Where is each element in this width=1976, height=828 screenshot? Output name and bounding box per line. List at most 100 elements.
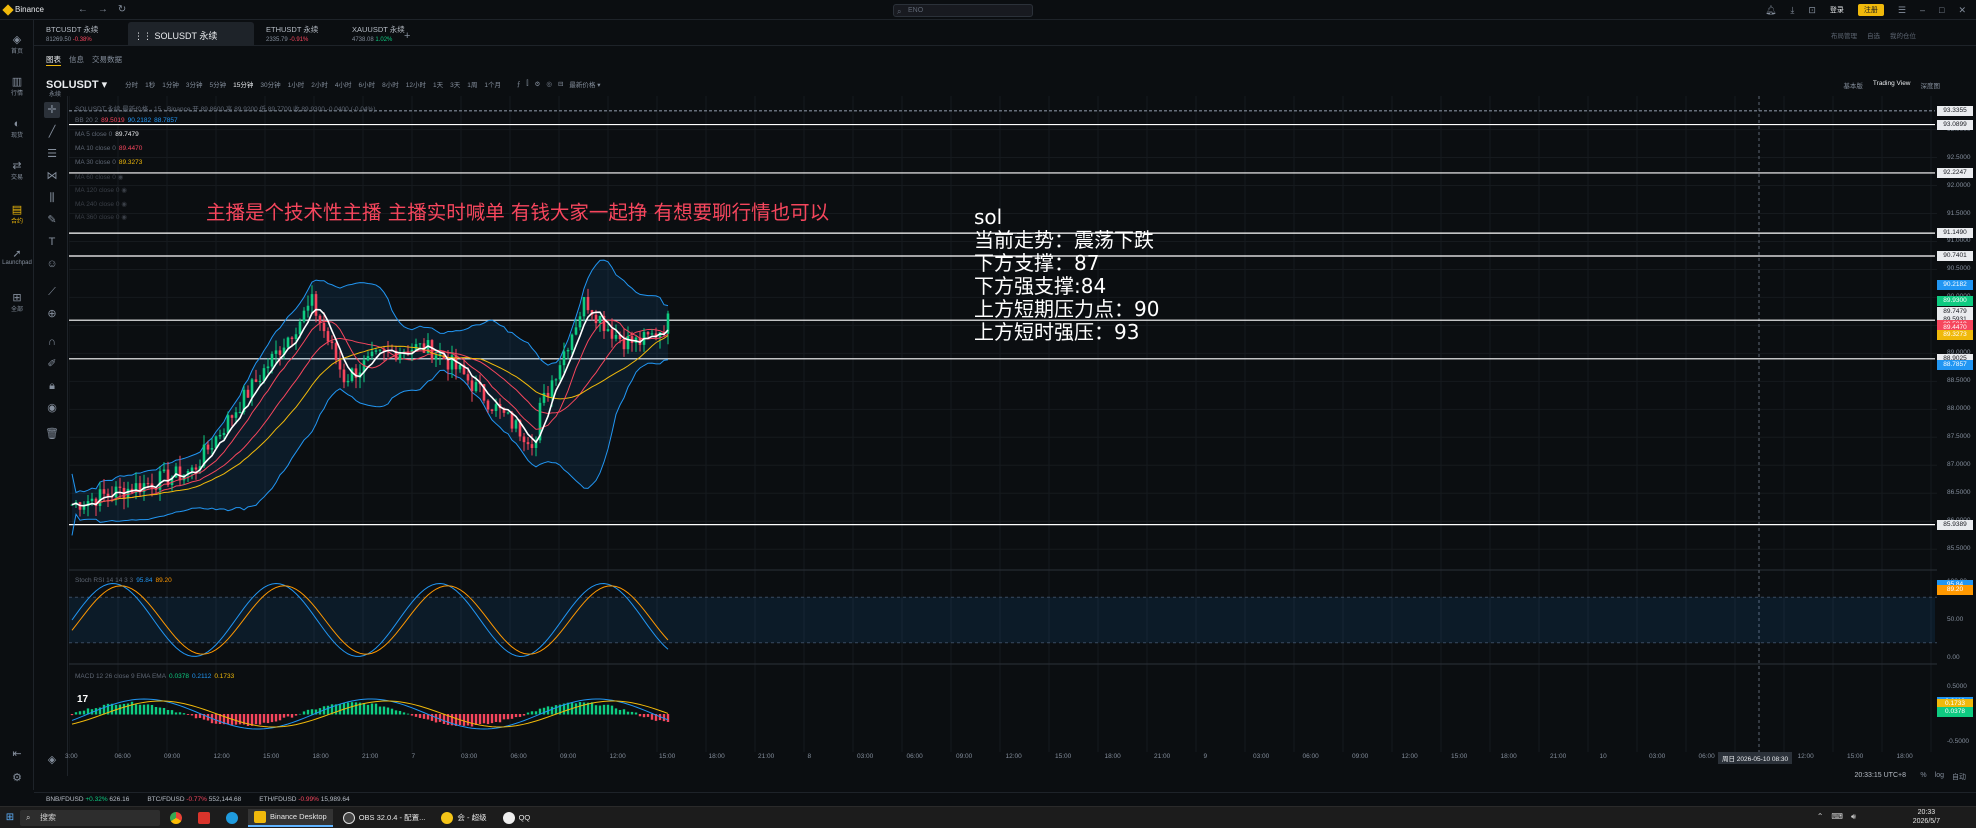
bell-icon[interactable]: 🔔︎: [1765, 5, 1776, 16]
sidebar-item-all[interactable]: ⊞ 全部: [0, 292, 34, 313]
register-button[interactable]: 注册: [1857, 4, 1884, 16]
timeframe-option[interactable]: 分时: [125, 79, 138, 89]
layout-link[interactable]: 布局管理: [1831, 30, 1857, 40]
crosshair-icon[interactable]: ✛: [44, 102, 60, 118]
lock-icon[interactable]: 🔒︎: [44, 378, 60, 394]
fib-icon[interactable]: ⋈: [44, 168, 60, 184]
tab-solusdt[interactable]: ⋮⋮ SOLUSDT 永续: [128, 22, 254, 45]
add-tab-button[interactable]: +: [404, 30, 410, 42]
taskbar-obs[interactable]: OBS 32.0.4 - 配置...: [337, 809, 432, 827]
macd-histogram-bar: [186, 714, 190, 715]
forward-icon[interactable]: →: [98, 4, 108, 15]
download-icon[interactable]: ⤓: [1790, 5, 1794, 16]
favorites-link[interactable]: 自选: [1867, 30, 1880, 40]
log-scale-toggle[interactable]: log: [1935, 772, 1944, 782]
eye-icon[interactable]: ◉: [44, 400, 60, 416]
brush-icon[interactable]: ✎: [44, 212, 60, 228]
horizontal-lines-icon[interactable]: ☰: [44, 146, 60, 162]
timeframe-option[interactable]: 2小时: [311, 79, 328, 89]
ticker-item[interactable]: BTC/FDUSD -0.77% 552,144.68: [147, 796, 241, 803]
timeframe-option[interactable]: 4小时: [335, 79, 352, 89]
sidebar-item-markets[interactable]: ▥ 行情: [0, 76, 34, 97]
windows-start-icon[interactable]: ⊞: [0, 812, 20, 823]
view-basic[interactable]: 基本版: [1843, 80, 1863, 90]
percent-scale-toggle[interactable]: %: [1920, 772, 1926, 782]
back-icon[interactable]: ←: [78, 4, 88, 15]
camera-icon[interactable]: ◎: [546, 80, 552, 88]
network-icon[interactable]: ⌨: [1831, 812, 1843, 822]
indicator-icon[interactable]: ⨍: [517, 80, 520, 88]
text-icon[interactable]: T: [44, 234, 60, 250]
timeframe-option[interactable]: 15分钟: [233, 79, 253, 89]
tab-btcusdt[interactable]: BTCUSDT 永续 81269.50 -0.38%: [40, 22, 128, 45]
sidebar-item-trade[interactable]: ⇄ 交易: [0, 160, 34, 181]
settings-icon[interactable]: ⚙: [534, 80, 540, 88]
price-type-select[interactable]: 最新价格 ▾: [569, 79, 600, 89]
price-chart[interactable]: 17: [69, 96, 1937, 752]
timeframe-option[interactable]: 30分钟: [260, 79, 280, 89]
chrome-icon[interactable]: [164, 809, 188, 827]
timeframe-option[interactable]: 1天: [433, 79, 443, 89]
zoom-icon[interactable]: ⊕: [44, 306, 60, 322]
tab-info[interactable]: 信息: [69, 54, 84, 66]
trash-icon[interactable]: 🗑︎: [44, 426, 60, 442]
search-input[interactable]: ⌕ ENO: [893, 4, 1033, 17]
time-axis[interactable]: 3:00 06:00 09:00 12:00 15:00 18:00 21:00 7 03:00…: [65, 752, 1937, 764]
sidebar-item-home[interactable]: ◈ 首页: [0, 34, 34, 55]
timeframe-option[interactable]: 12小时: [406, 79, 426, 89]
ticker-item[interactable]: ETH/FDUSD -0.99% 15,989.64: [259, 796, 349, 803]
timeframe-option[interactable]: 3分钟: [186, 79, 203, 89]
edge-icon[interactable]: [220, 809, 244, 827]
ticker-item[interactable]: BNB/FDUSD +0.32% 626.16: [46, 796, 129, 803]
timezone-display[interactable]: 20:33:15 UTC+8: [1854, 772, 1906, 779]
timeframe-option[interactable]: 6小时: [358, 79, 375, 89]
timeframe-option[interactable]: 8小时: [382, 79, 399, 89]
sidebar-item-futures[interactable]: ▤ 合约: [0, 204, 34, 225]
timeframe-option[interactable]: 3天: [450, 79, 460, 89]
sidebar-item-spot[interactable]: ◐ 现货: [0, 118, 34, 139]
maximize-icon[interactable]: □: [1939, 5, 1944, 15]
timeframe-option[interactable]: 1秒: [145, 79, 155, 89]
macd-histogram-bar: [486, 714, 490, 725]
settings-icon[interactable]: ⚙: [0, 772, 34, 784]
taskbar-qq[interactable]: QQ: [497, 809, 537, 827]
timeframe-option[interactable]: 1周: [467, 79, 477, 89]
emoji-icon[interactable]: ☺: [44, 256, 60, 272]
tab-xauusdt[interactable]: XAUUSDT 永续 4738.08 1.02%: [346, 22, 426, 45]
channel-icon[interactable]: ⫼: [44, 190, 60, 206]
candle-body: [514, 420, 518, 429]
close-icon[interactable]: ✕: [1958, 5, 1966, 16]
volume-icon[interactable]: 🔊︎: [1851, 812, 1856, 822]
taskbar-binance[interactable]: Binance Desktop: [248, 808, 333, 827]
taskbar-clock[interactable]: 20:33 2026/5/7: [1913, 808, 1940, 826]
tab-trade-data[interactable]: 交易数据: [92, 54, 122, 66]
refresh-icon[interactable]: ↻: [118, 4, 126, 15]
taskbar-search[interactable]: ⌕ 搜索: [20, 809, 160, 826]
magnet-icon[interactable]: ∩: [44, 334, 60, 350]
view-depth[interactable]: 深度图: [1921, 80, 1941, 90]
taskbar-chat[interactable]: 会 - 超级: [435, 809, 492, 827]
lock-drawing-icon[interactable]: ✐: [44, 356, 60, 372]
wps-icon[interactable]: [192, 809, 216, 827]
sidebar-item-launchpad[interactable]: ➚ Launchpad: [0, 248, 34, 266]
positions-link[interactable]: 我的仓位: [1890, 30, 1916, 40]
ruler-icon[interactable]: ⟋: [44, 284, 60, 300]
auto-scale-toggle[interactable]: 自动: [1952, 772, 1966, 782]
login-button[interactable]: 登录: [1830, 5, 1844, 15]
layers-icon[interactable]: ◈: [44, 752, 60, 768]
chevron-up-icon[interactable]: ⌃: [1817, 812, 1824, 822]
tab-ethusdt[interactable]: ETHUSDT 永续 2335.79 -0.91%: [260, 22, 340, 45]
menu-icon[interactable]: ☰: [1898, 5, 1906, 16]
trendline-icon[interactable]: ╱: [44, 124, 60, 140]
collapse-icon[interactable]: ⇤: [0, 748, 34, 760]
timeframe-option[interactable]: 5分钟: [210, 79, 227, 89]
tab-chart[interactable]: 图表: [46, 54, 61, 66]
timeframe-option[interactable]: 1分钟: [162, 79, 179, 89]
timeframe-option[interactable]: 1个月: [484, 79, 501, 89]
screenshot-icon[interactable]: ⊡: [1808, 5, 1816, 16]
view-tradingview[interactable]: Trading View: [1873, 80, 1911, 90]
layout-icon[interactable]: ⊟: [558, 80, 563, 88]
minimize-icon[interactable]: –: [1920, 5, 1925, 15]
candle-type-icon[interactable]: ⫿: [526, 80, 528, 88]
timeframe-option[interactable]: 1小时: [288, 79, 305, 89]
